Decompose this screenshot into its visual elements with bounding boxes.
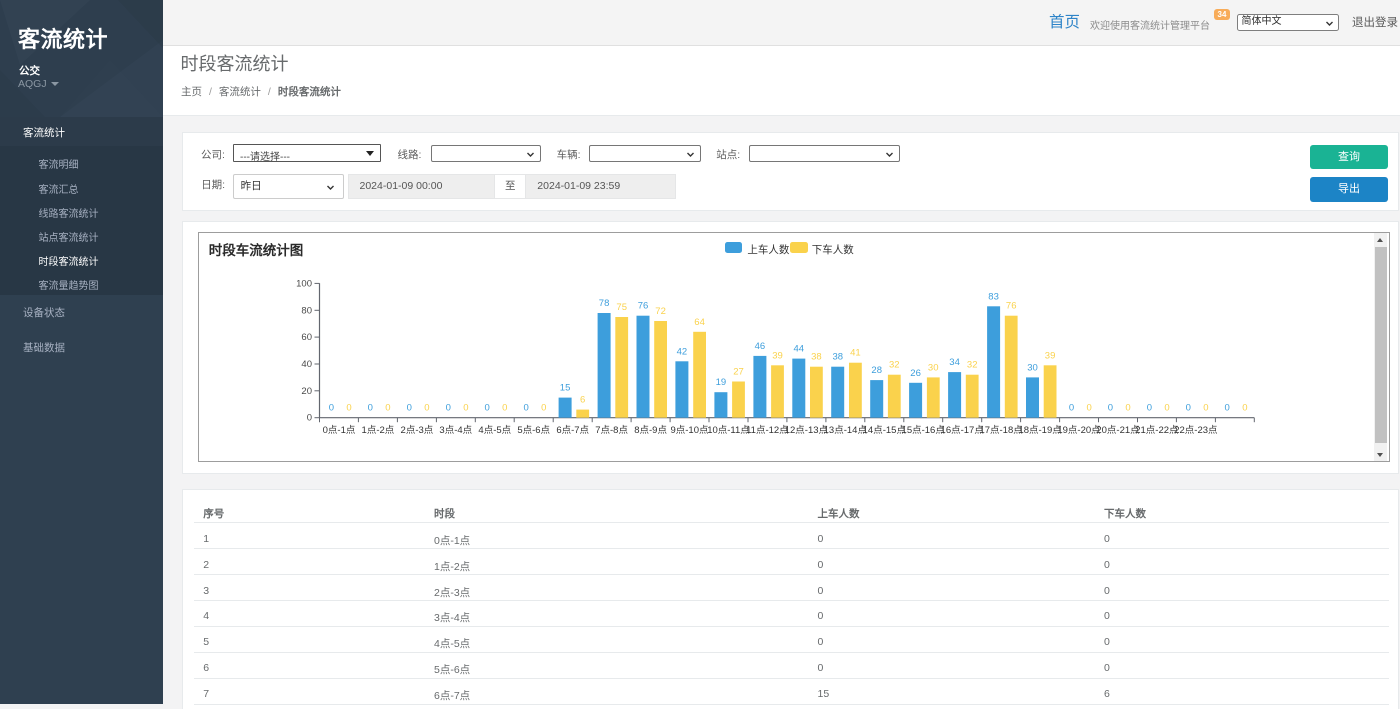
svg-text:38: 38 [811, 352, 822, 363]
svg-text:7点-8点: 7点-8点 [595, 425, 628, 436]
svg-text:38: 38 [832, 352, 843, 363]
svg-text:9点-10点: 9点-10点 [670, 425, 709, 436]
svg-text:78: 78 [599, 298, 610, 309]
svg-text:6: 6 [580, 395, 585, 406]
svg-text:11点-12点: 11点-12点 [746, 425, 789, 436]
svg-text:6点-7点: 6点-7点 [556, 425, 589, 436]
svg-text:20点-21点: 20点-21点 [1096, 425, 1140, 436]
svg-text:15点-16点: 15点-16点 [901, 425, 945, 436]
svg-text:34: 34 [949, 357, 960, 368]
svg-text:18点-19点: 18点-19点 [1018, 425, 1062, 436]
svg-text:0: 0 [1224, 403, 1229, 414]
svg-text:64: 64 [694, 317, 705, 328]
svg-text:0: 0 [445, 403, 450, 414]
svg-text:39: 39 [772, 350, 783, 361]
svg-text:3点-4点: 3点-4点 [439, 425, 472, 436]
svg-text:40: 40 [301, 359, 312, 370]
svg-text:10点-11点: 10点-11点 [707, 425, 750, 436]
svg-text:26: 26 [910, 368, 921, 379]
svg-text:28: 28 [871, 365, 882, 376]
svg-text:19: 19 [715, 377, 726, 388]
svg-text:44: 44 [793, 344, 804, 355]
svg-text:0: 0 [1086, 403, 1091, 414]
svg-text:22点-23点: 22点-23点 [1174, 425, 1218, 436]
svg-text:83: 83 [988, 291, 999, 302]
svg-text:0: 0 [406, 403, 411, 414]
svg-text:20: 20 [301, 386, 312, 397]
svg-text:1点-2点: 1点-2点 [361, 425, 394, 436]
svg-text:30: 30 [1027, 362, 1038, 373]
svg-text:0: 0 [424, 403, 429, 414]
svg-text:80: 80 [301, 305, 312, 316]
svg-text:0: 0 [1069, 403, 1074, 414]
svg-text:0: 0 [523, 403, 528, 414]
svg-text:42: 42 [676, 346, 687, 357]
svg-text:76: 76 [1006, 301, 1017, 312]
svg-text:0: 0 [502, 403, 507, 414]
svg-text:16点-17点: 16点-17点 [940, 425, 984, 436]
svg-text:72: 72 [655, 306, 666, 317]
svg-text:0: 0 [329, 403, 334, 414]
svg-text:0: 0 [463, 403, 468, 414]
svg-text:0: 0 [1147, 403, 1152, 414]
svg-text:75: 75 [616, 302, 627, 313]
svg-text:41: 41 [850, 348, 861, 359]
svg-text:8点-9点: 8点-9点 [634, 425, 667, 436]
svg-text:14点-15点: 14点-15点 [862, 425, 906, 436]
svg-text:17点-18点: 17点-18点 [979, 425, 1023, 436]
svg-text:0: 0 [1125, 403, 1130, 414]
svg-text:60: 60 [301, 332, 312, 343]
svg-text:100: 100 [296, 278, 312, 289]
svg-text:0点-1点: 0点-1点 [322, 425, 355, 436]
svg-text:32: 32 [889, 360, 900, 371]
svg-text:12点-13点: 12点-13点 [785, 425, 829, 436]
svg-text:0: 0 [1242, 403, 1247, 414]
svg-text:21点-22点: 21点-22点 [1135, 425, 1179, 436]
svg-text:0: 0 [346, 403, 351, 414]
svg-text:0: 0 [1164, 403, 1169, 414]
svg-text:32: 32 [967, 360, 978, 371]
svg-text:13点-14点: 13点-14点 [823, 425, 867, 436]
svg-text:0: 0 [1185, 403, 1190, 414]
svg-text:15: 15 [560, 383, 571, 394]
svg-text:27: 27 [733, 367, 744, 378]
svg-text:30: 30 [928, 362, 939, 373]
svg-text:4点-5点: 4点-5点 [478, 425, 511, 436]
svg-text:0: 0 [1108, 403, 1113, 414]
svg-text:0: 0 [484, 403, 489, 414]
svg-text:2点-3点: 2点-3点 [400, 425, 433, 436]
svg-text:0: 0 [307, 413, 312, 424]
svg-text:19点-20点: 19点-20点 [1057, 425, 1101, 436]
svg-text:0: 0 [367, 403, 372, 414]
svg-text:39: 39 [1045, 350, 1056, 361]
svg-text:5点-6点: 5点-6点 [517, 425, 550, 436]
svg-text:0: 0 [541, 403, 546, 414]
svg-text:0: 0 [1203, 403, 1208, 414]
svg-text:46: 46 [754, 341, 765, 352]
svg-text:76: 76 [638, 301, 649, 312]
svg-text:0: 0 [385, 403, 390, 414]
